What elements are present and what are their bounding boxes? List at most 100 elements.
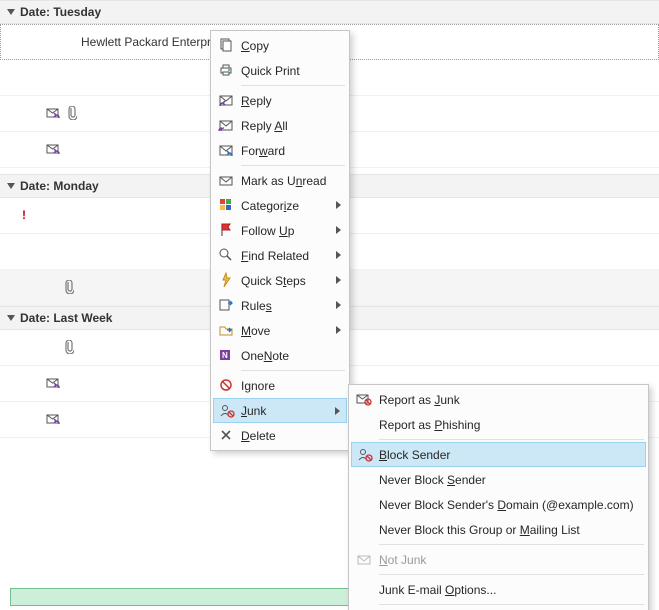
menu-separator bbox=[379, 574, 644, 575]
menu-label: Junk E-mail Options... bbox=[379, 583, 496, 597]
onenote-icon: N bbox=[217, 346, 235, 364]
submenu-arrow-icon bbox=[336, 251, 341, 259]
group-label: Date: Monday bbox=[20, 179, 99, 193]
menu-label: Report as Phishing bbox=[379, 418, 480, 432]
move-icon bbox=[217, 321, 235, 339]
not-junk-icon bbox=[355, 550, 373, 568]
importance-high-icon: ! bbox=[22, 208, 26, 222]
group-label: Date: Tuesday bbox=[20, 5, 101, 19]
menu-onenote[interactable]: N OneNote bbox=[213, 343, 347, 368]
menu-label: Forward bbox=[241, 144, 285, 158]
menu-not-junk: Not Junk bbox=[351, 547, 646, 572]
menu-quick-steps[interactable]: Quick Steps bbox=[213, 268, 347, 293]
menu-label: Follow Up bbox=[241, 224, 294, 238]
find-related-icon bbox=[217, 246, 235, 264]
menu-reply-all[interactable]: Reply All bbox=[213, 113, 347, 138]
menu-copy[interactable]: Copy bbox=[213, 33, 347, 58]
flag-icon bbox=[217, 221, 235, 239]
junk-mail-icon bbox=[355, 390, 373, 408]
menu-separator bbox=[241, 370, 345, 371]
reply-status-icon bbox=[46, 376, 62, 393]
menu-label: Junk bbox=[241, 404, 266, 418]
menu-find-related[interactable]: Find Related bbox=[213, 243, 347, 268]
svg-text:N: N bbox=[222, 351, 228, 360]
menu-quick-print[interactable]: Quick Print bbox=[213, 58, 347, 83]
menu-separator bbox=[379, 544, 644, 545]
submenu-arrow-icon bbox=[335, 407, 340, 415]
menu-label: Categorize bbox=[241, 199, 299, 213]
menu-report-junk[interactable]: Report as Junk bbox=[351, 387, 646, 412]
quick-print-icon bbox=[217, 61, 235, 79]
message-sender: Hewlett Packard Enterpri bbox=[81, 35, 214, 49]
menu-label: Never Block Sender bbox=[379, 473, 486, 487]
menu-label: Quick Print bbox=[241, 64, 300, 78]
menu-ignore[interactable]: Ignore bbox=[213, 373, 347, 398]
menu-never-block-group[interactable]: Never Block this Group or Mailing List bbox=[351, 517, 646, 542]
submenu-arrow-icon bbox=[336, 276, 341, 284]
menu-categorize[interactable]: Categorize bbox=[213, 193, 347, 218]
menu-label: Ignore bbox=[241, 379, 275, 393]
menu-label: Quick Steps bbox=[241, 274, 306, 288]
caret-down-icon bbox=[6, 181, 16, 191]
ignore-icon bbox=[217, 376, 235, 394]
menu-label: Find Related bbox=[241, 249, 309, 263]
reply-status-icon bbox=[46, 142, 62, 159]
menu-delete[interactable]: Delete bbox=[213, 423, 347, 448]
menu-never-block-domain[interactable]: Never Block Sender's Domain (@example.co… bbox=[351, 492, 646, 517]
group-label: Date: Last Week bbox=[20, 311, 112, 325]
submenu-arrow-icon bbox=[336, 326, 341, 334]
menu-separator bbox=[379, 439, 644, 440]
menu-label: Reply bbox=[241, 94, 272, 108]
quick-steps-icon bbox=[217, 271, 235, 289]
reply-all-icon bbox=[217, 116, 235, 134]
reply-status-icon bbox=[46, 106, 62, 123]
submenu-arrow-icon bbox=[336, 201, 341, 209]
menu-separator bbox=[241, 85, 345, 86]
menu-junk-options[interactable]: Junk E-mail Options... bbox=[351, 577, 646, 602]
attachment-icon bbox=[62, 280, 74, 297]
junk-icon bbox=[218, 402, 236, 420]
menu-report-phishing[interactable]: Report as Phishing bbox=[351, 412, 646, 437]
menu-label: Never Block this Group or Mailing List bbox=[379, 523, 580, 537]
delete-icon bbox=[217, 426, 235, 444]
submenu-arrow-icon bbox=[336, 301, 341, 309]
menu-label: Copy bbox=[241, 39, 269, 53]
group-header-tuesday[interactable]: Date: Tuesday bbox=[0, 0, 659, 24]
junk-submenu: Report as Junk Report as Phishing Block … bbox=[348, 384, 649, 610]
menu-block-sender[interactable]: Block Sender bbox=[351, 442, 646, 467]
menu-label: Mark as Unread bbox=[241, 174, 326, 188]
categorize-icon bbox=[217, 196, 235, 214]
attachment-icon bbox=[62, 340, 74, 357]
mark-unread-icon bbox=[217, 171, 235, 189]
menu-never-block-sender[interactable]: Never Block Sender bbox=[351, 467, 646, 492]
menu-label: Reply All bbox=[241, 119, 288, 133]
reply-status-icon bbox=[46, 412, 62, 429]
menu-separator bbox=[379, 604, 644, 605]
menu-reply[interactable]: Reply bbox=[213, 88, 347, 113]
menu-label: Block Sender bbox=[379, 448, 450, 462]
menu-label: Rules bbox=[241, 299, 272, 313]
context-menu: Copy Quick Print Reply Reply All F bbox=[210, 30, 350, 451]
caret-down-icon bbox=[6, 313, 16, 323]
menu-forward[interactable]: Forward bbox=[213, 138, 347, 163]
menu-label: Never Block Sender's Domain (@example.co… bbox=[379, 498, 634, 512]
rules-icon bbox=[217, 296, 235, 314]
menu-label: Report as Junk bbox=[379, 393, 460, 407]
menu-move[interactable]: Move bbox=[213, 318, 347, 343]
reply-icon bbox=[217, 91, 235, 109]
menu-follow-up[interactable]: Follow Up bbox=[213, 218, 347, 243]
menu-label: Move bbox=[241, 324, 270, 338]
submenu-arrow-icon bbox=[336, 226, 341, 234]
menu-label: Delete bbox=[241, 429, 276, 443]
menu-separator bbox=[241, 165, 345, 166]
menu-mark-unread[interactable]: Mark as Unread bbox=[213, 168, 347, 193]
message-list: Date: Tuesday Hewlett Packard Enterpri D… bbox=[0, 0, 659, 610]
block-sender-icon bbox=[356, 446, 374, 464]
copy-icon bbox=[217, 36, 235, 54]
menu-label: OneNote bbox=[241, 349, 289, 363]
caret-down-icon bbox=[6, 7, 16, 17]
menu-label: Not Junk bbox=[379, 553, 426, 567]
attachment-icon bbox=[65, 106, 77, 123]
menu-rules[interactable]: Rules bbox=[213, 293, 347, 318]
menu-junk[interactable]: Junk bbox=[213, 398, 347, 423]
